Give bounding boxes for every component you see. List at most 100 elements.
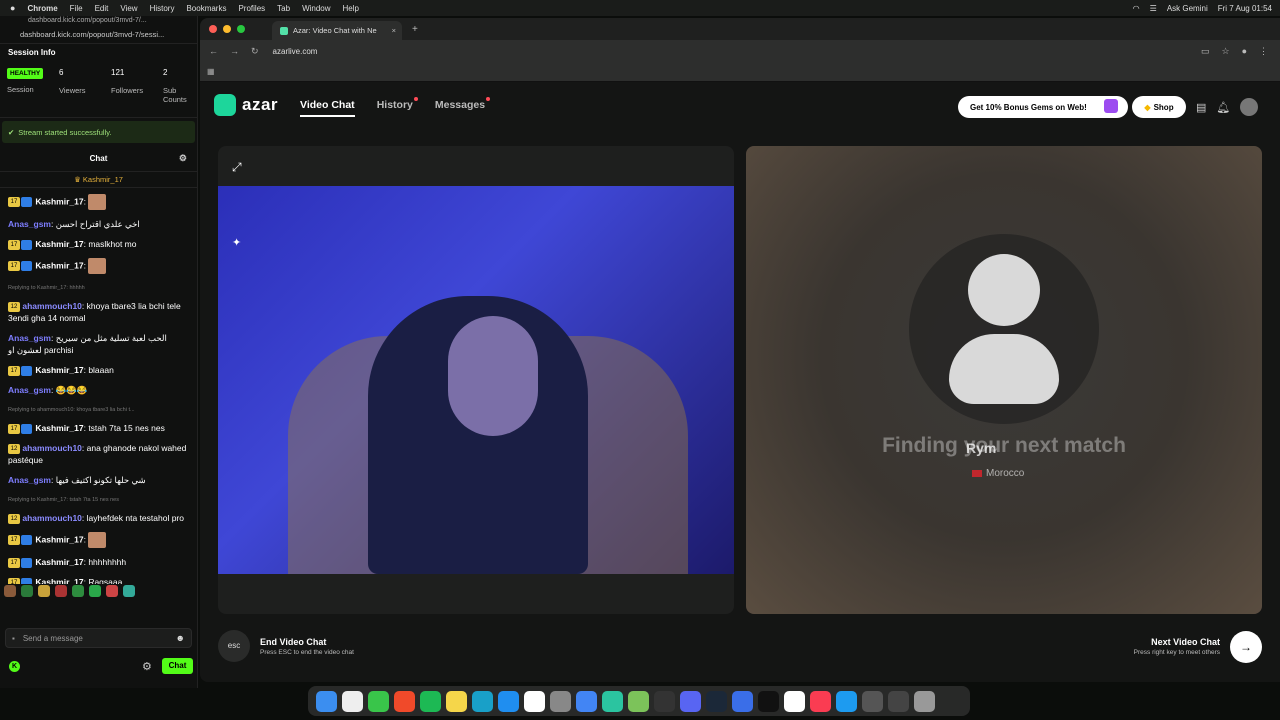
chat-message[interactable]: Replying to Kashmir_17: hhhhh 12 ahammouc…	[8, 282, 189, 324]
url-field[interactable]: azarlive.com	[273, 47, 318, 56]
cast-icon[interactable]: ▭	[1201, 46, 1210, 57]
davinci-icon[interactable]	[862, 690, 883, 712]
chat-username[interactable]: Kashmir_17	[35, 365, 83, 375]
chat-message[interactable]: 12 ahammouch10: ana ghanode nakol wahed …	[8, 442, 189, 466]
chat-username[interactable]: ahammouch10	[22, 443, 82, 453]
chat-message[interactable]: 17 Kashmir_17: blaaan	[8, 364, 189, 376]
brave-icon[interactable]	[394, 690, 415, 712]
kick-logo-icon[interactable]: K	[9, 660, 20, 672]
menu-edit[interactable]: Edit	[95, 4, 109, 13]
user-settings-icon[interactable]: ⚙	[179, 153, 187, 164]
apps-grid-icon[interactable]: ▦	[207, 67, 215, 76]
control-center-icon[interactable]: ☰	[1150, 4, 1157, 13]
profile-icon[interactable]: ●	[1242, 46, 1247, 57]
menu-file[interactable]: File	[70, 4, 83, 13]
chat-settings-icon[interactable]: ⚙	[142, 660, 152, 673]
send-message-input[interactable]: ▪ Send a message ☻	[5, 628, 192, 648]
chat-username[interactable]: ahammouch10	[22, 513, 82, 523]
menu-bookmarks[interactable]: Bookmarks	[186, 4, 226, 13]
chat-username[interactable]: Kashmir_17	[35, 239, 83, 249]
chat-message[interactable]: 17 Kashmir_17:	[8, 532, 189, 548]
menu-tab[interactable]: Tab	[277, 4, 290, 13]
azar-logo[interactable]: azar	[214, 94, 278, 116]
nav-history[interactable]: History	[377, 97, 418, 111]
chat-send-button[interactable]: Chat	[162, 658, 193, 674]
emote-icon[interactable]	[21, 585, 33, 597]
menu-app-name[interactable]: Chrome	[27, 4, 57, 13]
popout-url[interactable]: dashboard.kick.com/popout/3mvd-7/sessi..…	[0, 26, 197, 44]
user-avatar[interactable]	[1240, 98, 1259, 116]
chat-message[interactable]: 17 Kashmir_17: maslkhot mo	[8, 238, 189, 250]
discord-icon[interactable]	[680, 690, 701, 712]
app-icon[interactable]	[732, 690, 753, 712]
emote-icon[interactable]	[38, 585, 50, 597]
shop-button[interactable]: ◆ Shop	[1132, 96, 1186, 118]
new-tab-icon[interactable]: +	[412, 24, 418, 35]
chat-message[interactable]: Replying to Kashmir_17: tstah 7ta 15 nes…	[8, 494, 189, 524]
trash-icon[interactable]	[914, 690, 935, 712]
expand-icon[interactable]: ⤢	[232, 160, 242, 175]
chat-message[interactable]: 17 Kashmir_17:	[8, 258, 189, 274]
maps-icon[interactable]	[628, 690, 649, 712]
github-icon[interactable]	[654, 690, 675, 712]
chat-username[interactable]: Anas_gsm	[8, 385, 51, 395]
chat-message[interactable]: Anas_gsm: الحب لعبة تسلية مثل من سيريح ل…	[8, 332, 189, 356]
menu-history[interactable]: History	[150, 4, 175, 13]
menu-help[interactable]: Help	[343, 4, 359, 13]
chat-username[interactable]: Anas_gsm	[8, 219, 51, 229]
minimize-window-button[interactable]	[223, 25, 231, 33]
app-store-icon[interactable]	[498, 690, 519, 712]
apple-icon[interactable]: ●	[10, 3, 15, 13]
chat-username[interactable]: ahammouch10	[22, 301, 82, 311]
music-icon[interactable]	[810, 690, 831, 712]
emote-icon[interactable]	[72, 585, 84, 597]
chat-username[interactable]: Kashmir_17	[35, 423, 83, 433]
finder-icon[interactable]	[316, 690, 337, 712]
steam-icon[interactable]	[706, 690, 727, 712]
notes-icon[interactable]	[446, 690, 467, 712]
emoji-picker-icon[interactable]: ☻	[176, 633, 185, 643]
menu-view[interactable]: View	[120, 4, 137, 13]
activity-icon[interactable]	[472, 690, 493, 712]
menu-window[interactable]: Window	[302, 4, 330, 13]
emote-bar[interactable]	[4, 584, 193, 598]
bonus-gems-banner[interactable]: Get 10% Bonus Gems on Web!	[958, 96, 1128, 118]
emote-icon[interactable]	[123, 585, 135, 597]
next-video-chat[interactable]: Next Video Chat Press right key to meet …	[1134, 637, 1220, 656]
safari-icon[interactable]	[836, 690, 857, 712]
end-video-chat[interactable]: End Video Chat Press ESC to end the vide…	[260, 637, 354, 656]
chat-message[interactable]: 17 Kashmir_17: Ragsaaa	[8, 576, 189, 584]
messages-icon[interactable]	[368, 690, 389, 712]
forward-icon[interactable]: →	[230, 46, 239, 57]
next-arrow-button[interactable]: →	[1230, 631, 1262, 663]
chat-username[interactable]: Anas_gsm	[8, 333, 51, 343]
downloads-icon[interactable]	[888, 690, 909, 712]
notion-icon[interactable]	[524, 690, 545, 712]
magic-wand-icon[interactable]: ✦	[232, 236, 241, 249]
esc-button[interactable]: esc	[218, 630, 250, 662]
more-menu-icon[interactable]: ⋮	[1259, 46, 1268, 57]
bookmark-star-icon[interactable]: ☆	[1221, 46, 1229, 57]
chat-message[interactable]: Replying to ahammouch10: khoya tbare3 li…	[8, 404, 189, 434]
emote-icon[interactable]	[4, 585, 16, 597]
chrome-icon[interactable]	[576, 690, 597, 712]
close-tab-icon[interactable]: ×	[392, 26, 396, 35]
menu-profiles[interactable]: Profiles	[238, 4, 265, 13]
emote-icon[interactable]	[55, 585, 67, 597]
facetime-icon[interactable]	[602, 690, 623, 712]
maximize-window-button[interactable]	[237, 25, 245, 33]
wifi-icon[interactable]: ◠	[1133, 4, 1140, 13]
capcut-icon[interactable]	[784, 690, 805, 712]
chat-username[interactable]: Kashmir_17	[35, 557, 83, 567]
chat-message[interactable]: 17 Kashmir_17: hhhhhhhh	[8, 556, 189, 568]
chat-username[interactable]: Kashmir_17	[35, 534, 83, 544]
tiktok-icon[interactable]	[758, 690, 779, 712]
spotify-icon[interactable]	[420, 690, 441, 712]
chat-username[interactable]: Kashmir_17	[35, 196, 83, 206]
launchpad-icon[interactable]	[342, 690, 363, 712]
settings-icon[interactable]	[550, 690, 571, 712]
reload-icon[interactable]: ↻	[251, 46, 259, 57]
ask-gemini-button[interactable]: Ask Gemini	[1167, 4, 1208, 13]
back-icon[interactable]: ←	[209, 46, 218, 57]
chat-messages[interactable]: 17 Kashmir_17: Anas_gsm: اخي علدي اقتراح…	[0, 188, 197, 584]
